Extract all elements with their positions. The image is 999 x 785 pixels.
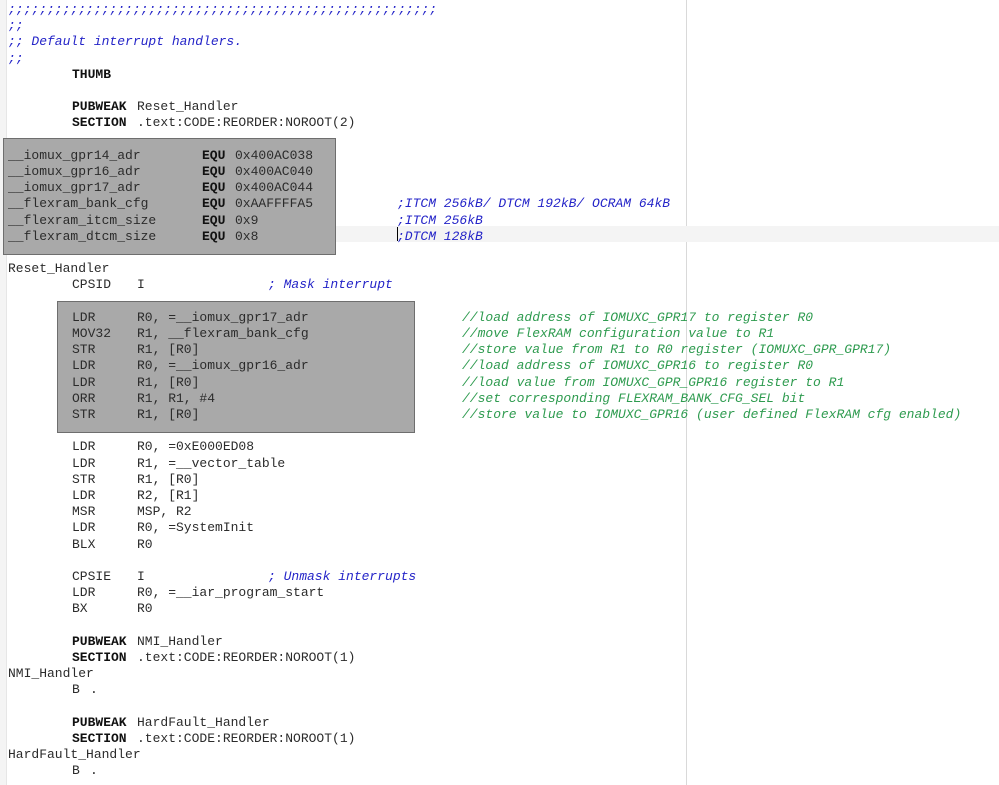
code-token: R1, [R0] [137, 374, 200, 390]
code-token: Reset_Handler [137, 99, 239, 115]
code-token: LDR [72, 358, 96, 374]
code-token: HardFault_Handler [8, 747, 141, 763]
code-comment: ;; [8, 50, 24, 66]
code-token: MSP, R2 [137, 504, 192, 520]
code-token: R1, [R0] [137, 342, 200, 358]
code-comment: ;; [8, 18, 24, 34]
code-token: R2, [R1] [137, 488, 200, 503]
code-comment: //store value from R1 to R0 register (IO… [462, 342, 892, 358]
code-comment: //move FlexRAM configuration value to R1 [462, 326, 775, 341]
code-token: __flexram_bank_cfg [8, 196, 149, 212]
code-token: B [72, 763, 80, 779]
code-token: R1, [R0] [137, 471, 200, 487]
code-token: 0x400AC044 [235, 180, 314, 196]
code-token: 0x400AC038 [235, 147, 314, 163]
code-token: NMI_Handler [137, 633, 223, 649]
code-editor[interactable]: ;;;;;;;;;;;;;;;;;;;;;;;;;;;;;;;;;;;;;;;;… [0, 0, 999, 785]
code-comment: ;DTCM 128kB [397, 228, 483, 244]
code-comment: //load address of IOMUXC_GPR16 to regist… [462, 358, 814, 374]
code-token: STR [72, 342, 96, 358]
code-token: R1, [R0] [137, 407, 200, 422]
code-keyword: SECTION [72, 731, 127, 746]
code-keyword: SECTION [72, 115, 127, 131]
code-comment: //load value from IOMUXC_GPR_GPR16 regis… [462, 374, 845, 390]
code-token: R0, =SystemInit [137, 520, 255, 536]
code-keyword: EQU [202, 228, 226, 244]
code-token: STR [72, 471, 96, 487]
code-token: 0x8 [235, 228, 259, 244]
code-token: R1, __flexram_bank_cfg [137, 326, 309, 341]
code-keyword: PUBWEAK [72, 714, 127, 730]
code-token: R0, =__iomux_gpr16_adr [137, 358, 309, 374]
code-comment: ;ITCM 256kB [397, 212, 483, 228]
code-token: LDR [72, 309, 96, 325]
code-token: R1, =__vector_table [137, 455, 286, 471]
code-token: LDR [72, 520, 96, 536]
code-comment: //load address of IOMUXC_GPR17 to regist… [462, 309, 814, 325]
code-comment: ; Mask interrupt [268, 277, 393, 293]
code-token: R0, =__iomux_gpr17_adr [137, 309, 309, 325]
code-token: __flexram_dtcm_size [8, 228, 157, 244]
code-token: R0, =__iar_program_start [137, 585, 325, 601]
code-token: CPSIE [72, 569, 112, 584]
code-token: LDR [72, 585, 96, 601]
code-keyword: EQU [202, 164, 226, 179]
code-token: CPSID [72, 277, 112, 293]
code-token: STR [72, 407, 96, 422]
code-comment: //store value to IOMUXC_GPR16 (user defi… [462, 407, 962, 422]
code-token: .text:CODE:REORDER:NOROOT(1) [137, 731, 356, 746]
code-token: ORR [72, 390, 96, 406]
code-token: . [90, 763, 98, 779]
code-comment: ;ITCM 256kB/ DTCM 192kB/ OCRAM 64kB [397, 196, 671, 212]
code-comment: //set corresponding FLEXRAM_BANK_CFG_SEL… [462, 390, 806, 406]
code-keyword: EQU [202, 196, 226, 212]
code-token: __flexram_itcm_size [8, 212, 157, 228]
editor-gutter[interactable] [0, 0, 7, 785]
code-token: .text:CODE:REORDER:NOROOT(2) [137, 115, 356, 131]
code-token: __iomux_gpr14_adr [8, 147, 141, 163]
code-token: __iomux_gpr16_adr [8, 164, 141, 179]
code-token: __iomux_gpr17_adr [8, 180, 141, 196]
code-token: . [90, 682, 98, 698]
code-token: I [137, 277, 145, 293]
code-token: NMI_Handler [8, 666, 94, 682]
code-token: 0x400AC040 [235, 164, 314, 179]
code-keyword: SECTION [72, 650, 127, 665]
code-keyword: PUBWEAK [72, 99, 127, 115]
code-token: Reset_Handler [8, 261, 110, 277]
code-token: R0, =0xE000ED08 [137, 439, 255, 455]
code-token: BX [72, 601, 88, 617]
code-token: MOV32 [72, 326, 112, 341]
code-token: LDR [72, 439, 96, 455]
code-token: R0 [137, 601, 153, 617]
code-token: LDR [72, 488, 96, 503]
text-caret [397, 227, 398, 241]
code-token: MSR [72, 504, 96, 520]
code-token: 0x9 [235, 212, 259, 228]
code-token: B [72, 682, 80, 698]
code-token: .text:CODE:REORDER:NOROOT(1) [137, 650, 356, 665]
code-comment: ; Unmask interrupts [268, 569, 417, 584]
code-keyword: THUMB [72, 66, 112, 82]
code-keyword: EQU [202, 147, 226, 163]
code-token: BLX [72, 536, 96, 552]
code-token: R1, R1, #4 [137, 390, 216, 406]
code-comment: ;; Default interrupt handlers. [8, 34, 243, 50]
code-comment: ;;;;;;;;;;;;;;;;;;;;;;;;;;;;;;;;;;;;;;;;… [8, 2, 438, 17]
code-keyword: EQU [202, 180, 226, 196]
code-token: LDR [72, 374, 96, 390]
code-token: 0xAAFFFFA5 [235, 196, 314, 212]
code-token: I [137, 569, 145, 584]
code-keyword: EQU [202, 212, 226, 228]
code-token: HardFault_Handler [137, 714, 270, 730]
code-token: R0 [137, 536, 153, 552]
code-keyword: PUBWEAK [72, 633, 127, 649]
code-token: LDR [72, 455, 96, 471]
